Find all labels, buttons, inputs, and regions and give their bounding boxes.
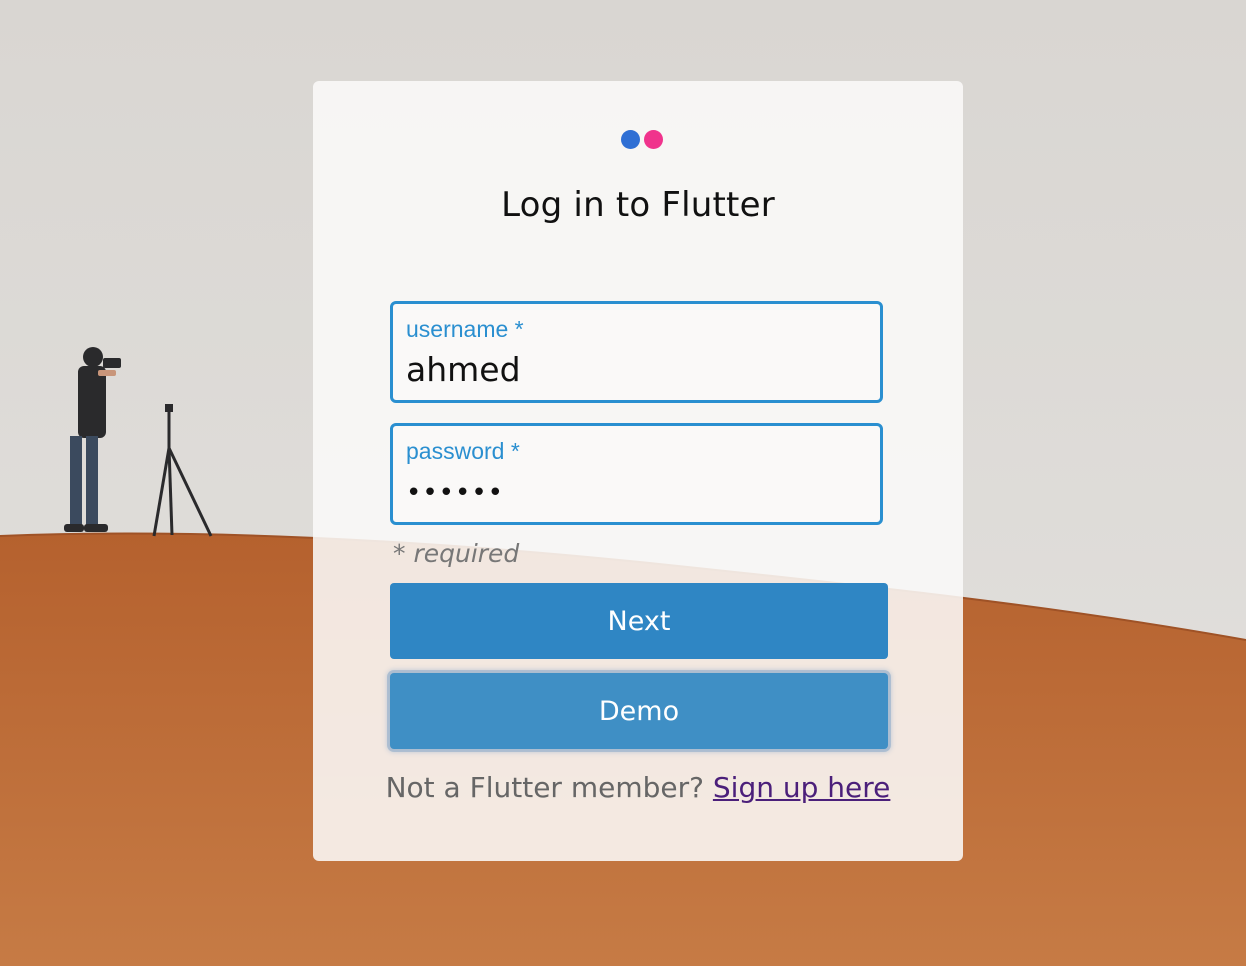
page-title: Log in to Flutter [501,185,775,225]
required-note: * required [393,539,520,568]
username-label: username * [406,316,524,342]
logo-blue-dot [621,130,640,149]
username-input[interactable] [406,350,866,389]
password-label: password * [406,438,520,464]
flutter-logo-icon [621,129,665,151]
signup-prompt-text: Not a Flutter member? [385,771,713,804]
login-card: Log in to Flutter username * password * … [313,81,963,861]
signup-link[interactable]: Sign up here [713,771,891,804]
next-button[interactable]: Next [390,583,888,659]
password-input[interactable]: •••••• [406,478,866,508]
signup-prompt: Not a Flutter member? Sign up here [313,771,963,804]
password-field[interactable]: password * •••••• [390,423,883,525]
logo-pink-dot [644,130,663,149]
demo-button[interactable]: Demo [390,673,888,749]
username-field[interactable]: username * [390,301,883,403]
